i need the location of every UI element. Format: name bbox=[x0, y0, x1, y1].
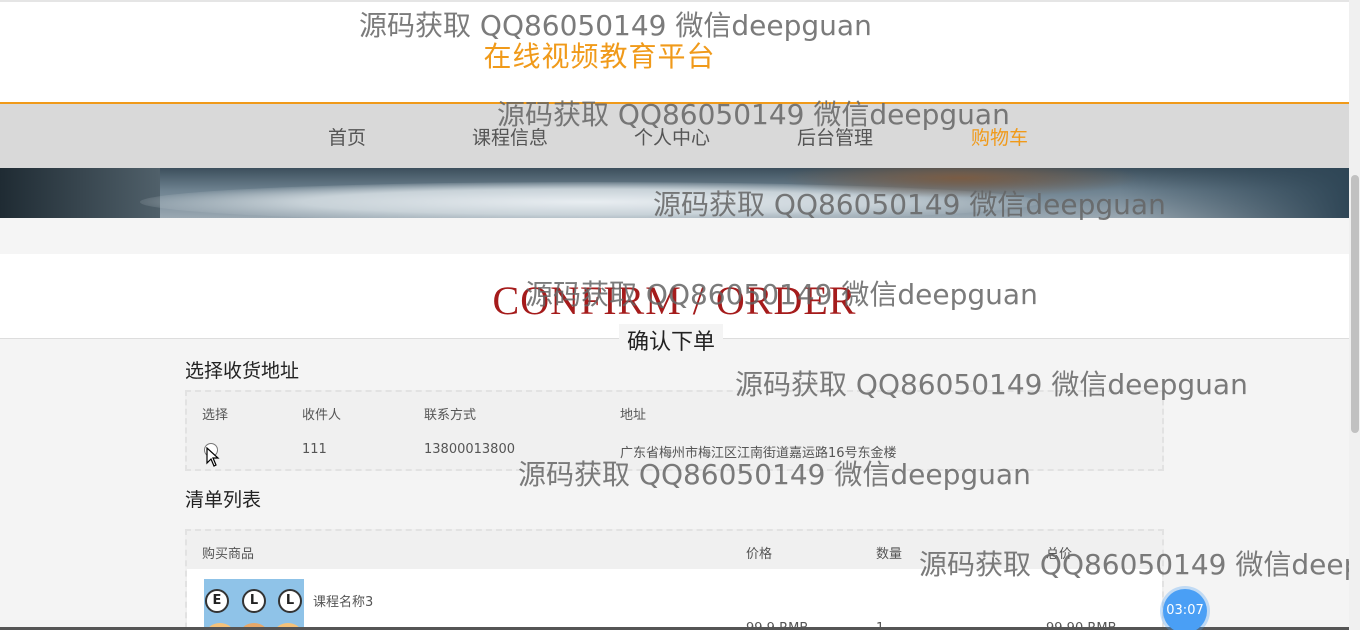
table-row: E L L 课程名称3 99.9 RMB 1 99.90 RMB bbox=[187, 569, 1162, 630]
address-phone: 13800013800 bbox=[424, 442, 515, 457]
course-thumbnail[interactable]: E L L bbox=[204, 579, 304, 630]
site-header: 在线视频教育平台 bbox=[0, 2, 1349, 102]
column-header-product: 购买商品 bbox=[202, 547, 255, 562]
site-title[interactable]: 在线视频教育平台 bbox=[0, 35, 1199, 75]
page: 在线视频教育平台 首页 课程信息 个人中心 后台管理 购物车 CONFIRM /… bbox=[0, 0, 1349, 630]
column-header-total: 总价 bbox=[1046, 547, 1073, 562]
column-header-phone: 联系方式 bbox=[424, 408, 477, 423]
thumbnail-letter: L bbox=[242, 589, 266, 613]
nav-item-home[interactable]: 首页 bbox=[328, 123, 366, 150]
thumbnail-letter: L bbox=[278, 589, 302, 613]
column-header-address: 地址 bbox=[620, 408, 647, 423]
section-title-cn: 确认下单 bbox=[619, 324, 724, 356]
column-header-recipient: 收件人 bbox=[302, 408, 342, 423]
column-header-quantity: 数量 bbox=[876, 547, 903, 562]
column-header-price: 价格 bbox=[746, 547, 773, 562]
order-list-heading: 清单列表 bbox=[185, 489, 262, 511]
course-name[interactable]: 课程名称3 bbox=[313, 591, 373, 610]
nav-item-courses[interactable]: 课程信息 bbox=[472, 123, 548, 150]
banner-spacer bbox=[0, 218, 1349, 254]
column-header-select: 选择 bbox=[202, 408, 229, 423]
main-nav: 首页 课程信息 个人中心 后台管理 购物车 bbox=[0, 102, 1349, 168]
timer-badge[interactable]: 03:07 bbox=[1163, 589, 1207, 630]
mouse-cursor-icon bbox=[206, 447, 220, 467]
address-table: 选择 收件人 联系方式 地址 111 13800013800 广东省梅州市梅江区… bbox=[185, 390, 1164, 471]
thumbnail-letter: E bbox=[205, 589, 229, 613]
scrollbar-thumb[interactable] bbox=[1351, 175, 1359, 433]
nav-item-admin[interactable]: 后台管理 bbox=[797, 123, 873, 150]
nav-item-profile[interactable]: 个人中心 bbox=[634, 123, 710, 150]
banner-image bbox=[0, 168, 1349, 218]
address-heading: 选择收货地址 bbox=[185, 360, 300, 382]
order-table: 购买商品 价格 数量 总价 E L L 课程名称3 99.9 RMB 1 99.… bbox=[185, 529, 1164, 630]
address-detail: 广东省梅州市梅江区江南街道嘉运路16号东金楼 bbox=[620, 446, 897, 461]
nav-item-cart[interactable]: 购物车 bbox=[971, 123, 1028, 150]
address-recipient: 111 bbox=[302, 442, 327, 457]
section-title-en: CONFIRM / ORDER bbox=[492, 278, 857, 323]
